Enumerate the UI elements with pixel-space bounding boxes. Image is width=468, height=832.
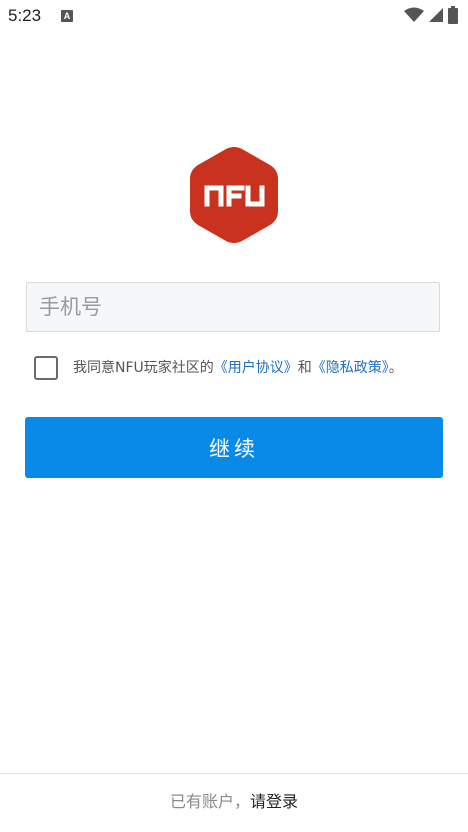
privacy-policy-link[interactable]: 《隐私政策》 — [312, 360, 389, 376]
wifi-icon — [404, 7, 424, 22]
status-time: 5:23 — [8, 6, 42, 25]
footer-prefix: 已有账户， — [169, 792, 250, 811]
agreement-prefix: 我同意NFU玩家社区的 — [73, 360, 214, 376]
status-icons — [404, 6, 458, 24]
agreement-suffix: 。 — [388, 360, 403, 376]
signal-icon — [429, 8, 443, 22]
login-link[interactable]: 请登录 — [250, 788, 298, 812]
agreement-and: 和 — [297, 360, 312, 376]
agreement-checkbox[interactable] — [34, 356, 58, 380]
continue-button[interactable]: 继续 — [25, 417, 443, 478]
notification-icon: A — [61, 10, 73, 22]
nfu-logo — [190, 147, 278, 243]
footer: 已有账户， 请登录 — [0, 774, 468, 826]
status-bar: 5:23 A — [0, 0, 468, 32]
agreement-text: 我同意NFU玩家社区的《用户协议》和《隐私政策》。 — [73, 358, 403, 378]
user-agreement-link[interactable]: 《用户协议》 — [214, 360, 298, 376]
phone-input[interactable] — [26, 282, 440, 332]
battery-icon — [448, 6, 458, 24]
